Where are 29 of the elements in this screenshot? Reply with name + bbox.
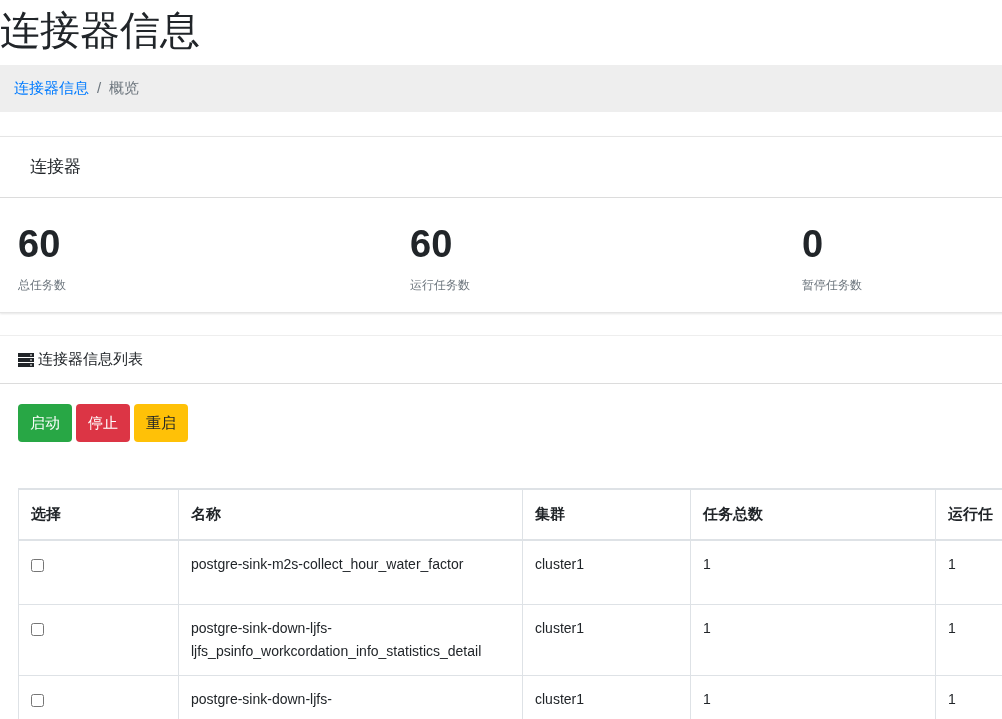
column-header: 名称 xyxy=(178,489,523,540)
column-header: 选择 xyxy=(18,489,179,540)
table-cell: postgre-sink-down-ljfs-ljfs_psinfo_workcordation_info_statistics_detail xyxy=(178,604,523,675)
start-button[interactable]: 启动 xyxy=(18,404,72,442)
column-header: 集群 xyxy=(522,489,691,540)
card-title: 连接器信息列表 xyxy=(38,349,143,370)
stat-label: 运行任务数 xyxy=(410,277,470,294)
restart-button[interactable]: 重启 xyxy=(134,404,188,442)
stop-button[interactable]: 停止 xyxy=(76,404,130,442)
breadcrumb-separator: / xyxy=(97,78,102,99)
row-checkbox[interactable] xyxy=(31,559,44,572)
table-cell: 1 xyxy=(690,604,936,675)
table-cell: cluster1 xyxy=(522,540,691,604)
row-checkbox[interactable] xyxy=(31,622,44,636)
list-icon xyxy=(18,352,34,367)
table-cell: postgre-sink-m2s-collect_hour_water_factor xyxy=(178,540,523,604)
table-cell: cluster1 xyxy=(522,604,691,675)
table-cell: 1 xyxy=(690,540,936,604)
stat-label: 暂停任务数 xyxy=(802,277,862,294)
breadcrumb-link[interactable]: 连接器信息 xyxy=(14,77,89,100)
column-header: 任务总数 xyxy=(690,489,936,540)
stat-value: 0 xyxy=(802,222,824,266)
row-checkbox[interactable] xyxy=(31,693,44,707)
stat-value: 60 xyxy=(18,222,61,266)
breadcrumb-current: 概览 xyxy=(109,78,140,99)
stat-value: 60 xyxy=(410,222,453,266)
page-title: 连接器信息 xyxy=(0,7,200,54)
stat-label: 总任务数 xyxy=(18,277,66,294)
card-title: 连接器 xyxy=(30,156,81,179)
